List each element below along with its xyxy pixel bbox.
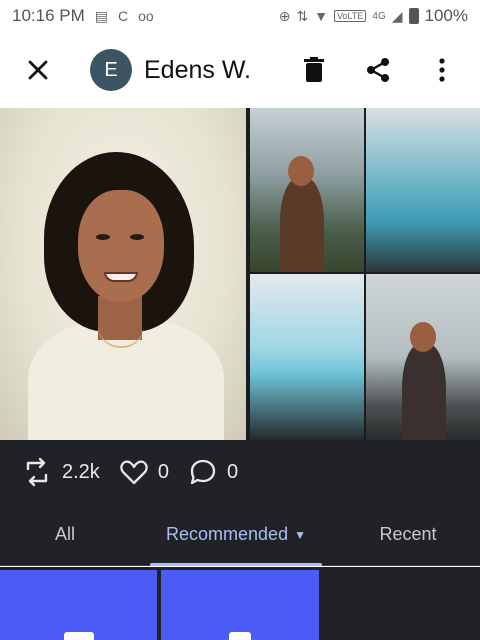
tab-recommended[interactable]: Recommended ▼: [150, 504, 322, 566]
avatar[interactable]: E: [90, 49, 132, 91]
share-icon[interactable]: [356, 48, 400, 92]
tab-recent[interactable]: Recent: [340, 504, 476, 566]
wifi-icon: ▼: [314, 8, 329, 24]
heart-icon: [120, 460, 148, 485]
iceberg-photo[interactable]: [250, 274, 364, 440]
repost-icon: [26, 457, 48, 487]
battery-icon: [408, 8, 419, 24]
avatar-letter: E: [104, 58, 118, 81]
notification-card-icon: ▤: [94, 7, 108, 24]
content-grid: [0, 567, 480, 640]
face-shape: [78, 190, 164, 302]
status-bar: 10:16 PM ▤ C oo ⊕ ⇅ ▼ VoLTE 4G ◢ 100%: [0, 0, 480, 32]
tab-all-label: All: [54, 524, 75, 544]
delete-icon[interactable]: [292, 48, 336, 92]
like-count: 0: [157, 460, 169, 483]
camera-icon: [63, 632, 94, 640]
tab-recent-label: Recent: [379, 524, 437, 544]
cliff-photo[interactable]: [250, 108, 364, 272]
sync-c-icon: C: [118, 8, 129, 24]
repost-button[interactable]: 2.2k: [22, 457, 100, 487]
person-shape: [402, 344, 446, 440]
comment-icon: [190, 459, 216, 485]
repost-count: 2.2k: [62, 460, 100, 483]
lagoon-photo[interactable]: [366, 108, 480, 272]
data-arrows-icon: ⇅: [296, 7, 309, 24]
volte-badge: VoLTE: [334, 10, 367, 22]
caret-down-icon: ▼: [294, 527, 306, 542]
battery-percent: 100%: [424, 6, 468, 25]
smile-shape: [104, 272, 138, 282]
voicemail-icon: oo: [138, 8, 154, 24]
right-eye: [130, 234, 144, 240]
data-saver-icon: ⊕: [278, 7, 291, 24]
status-time: 10:16 PM: [12, 6, 85, 25]
more-vert-icon[interactable]: [420, 48, 464, 92]
portrait-photo[interactable]: [0, 108, 246, 440]
grid-tile[interactable]: [0, 570, 157, 640]
tab-all[interactable]: All: [0, 504, 130, 566]
like-button[interactable]: 0: [120, 459, 169, 485]
post-images: [0, 108, 480, 440]
feed-tabs: All Recommended ▼ Recent: [0, 504, 480, 566]
signal-icon: ◢: [391, 7, 403, 24]
comment-count: 0: [226, 460, 239, 483]
person-head-shape: [288, 156, 314, 186]
tab-recommended-label: Recommended: [166, 524, 289, 544]
camera-icon: [229, 632, 251, 640]
network-type: 4G: [372, 10, 386, 22]
close-icon[interactable]: [16, 48, 60, 92]
person-head-shape: [410, 322, 436, 352]
beach-photo[interactable]: [366, 274, 480, 440]
app-bar: E Edens W.: [0, 32, 480, 108]
post-stats: 2.2k 0 0: [0, 440, 480, 504]
comment-button[interactable]: 0: [189, 458, 238, 486]
left-eye: [96, 234, 110, 240]
username[interactable]: Edens W.: [144, 56, 251, 85]
grid-tile[interactable]: [161, 570, 319, 640]
person-shape: [280, 178, 324, 272]
